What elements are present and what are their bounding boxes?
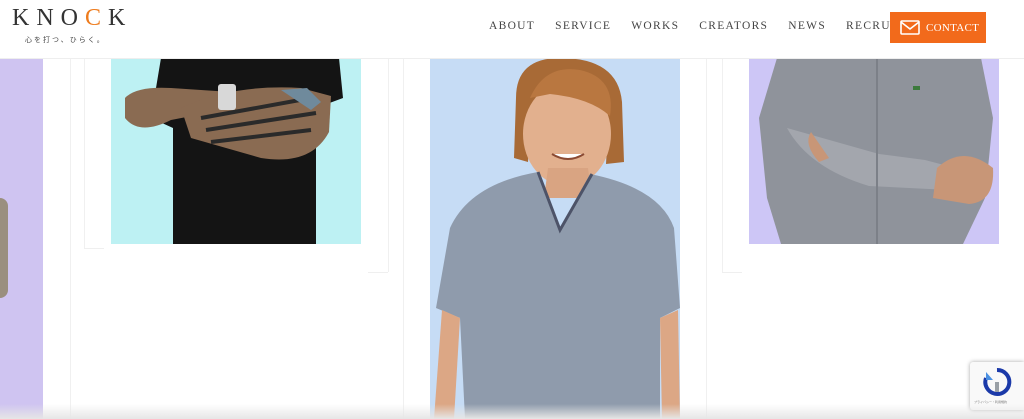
bottom-scroll-shadow (0, 404, 1024, 419)
column-divider (388, 58, 389, 272)
column-divider (403, 58, 404, 419)
site-header: KNOCK 心を打つ、ひらく。 ABOUT SERVICE WORKS CREA… (0, 0, 1024, 59)
recaptcha-icon (983, 367, 1012, 396)
creator-figure-1 (125, 58, 343, 244)
column-divider (84, 58, 85, 248)
contact-label: CONTACT (926, 21, 980, 34)
creator-photo-3[interactable] (749, 58, 999, 244)
nav-works[interactable]: WORKS (631, 20, 679, 32)
column-divider (722, 58, 723, 272)
previous-creator-figure (0, 198, 8, 298)
mail-icon (900, 20, 920, 35)
recaptcha-badge[interactable]: プライバシー・利用規約 (970, 362, 1024, 410)
card-bottom-border (368, 272, 388, 273)
nav-service[interactable]: SERVICE (555, 20, 611, 32)
tagline: 心を打つ、ひらく。 (25, 36, 106, 44)
nav-creators[interactable]: CREATORS (699, 20, 768, 32)
creator-photo-1[interactable] (111, 58, 361, 244)
card-bottom-border (84, 248, 104, 249)
card-bottom-border (722, 272, 742, 273)
contact-button[interactable]: CONTACT (890, 12, 986, 43)
main-nav: ABOUT SERVICE WORKS CREATORS NEWS RECRUI… (489, 20, 924, 32)
column-divider (70, 58, 71, 419)
column-divider (706, 58, 707, 419)
logo-text: KNOCK (12, 5, 133, 31)
creator-photo-2[interactable] (430, 58, 680, 419)
nav-about[interactable]: ABOUT (489, 20, 535, 32)
nav-news[interactable]: NEWS (788, 20, 826, 32)
logo[interactable]: KNOCK 心を打つ、ひらく。 (12, 5, 132, 45)
creator-figure-3 (759, 58, 994, 244)
creator-figure-2 (434, 58, 680, 419)
